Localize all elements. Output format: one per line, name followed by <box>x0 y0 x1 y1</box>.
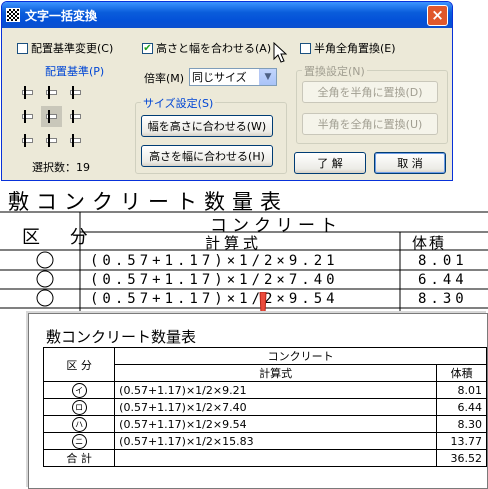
close-icon: × <box>431 5 444 24</box>
background-row-marks <box>36 251 54 307</box>
row-formula: (0.57+1.17)×1/2×15.83 <box>114 432 438 450</box>
background-formula-header: 計算式 <box>205 234 263 252</box>
align-marker-icon <box>70 134 81 147</box>
align-marker-icon <box>46 86 57 99</box>
align-marker-icon <box>70 86 81 99</box>
row-formula: (0.57+1.17)×1/2×9.54 <box>114 415 438 433</box>
table-row: ハ (0.57+1.17)×1/2×9.54 8.30 <box>42 415 487 433</box>
background-row-3-formula: (0.57+1.17)×1/2×9.54 <box>90 291 339 307</box>
row-volume: 8.30 <box>436 415 487 433</box>
background-volume-header: 体積 <box>412 234 447 252</box>
align-marker-icon <box>46 110 57 123</box>
align-cell-bottom-right[interactable] <box>65 130 86 151</box>
scale-label-text: 倍率(M) <box>144 72 185 85</box>
align-marker-icon <box>22 134 33 147</box>
result-table-title: 敷コンクリート数量表 <box>46 328 197 346</box>
checkbox-box[interactable] <box>17 42 28 54</box>
dialog-title: 文字一括変換 <box>25 8 98 23</box>
align-cell-bottom-center[interactable] <box>41 130 62 151</box>
width-to-height-button[interactable]: 幅を高さに合わせる(W) <box>141 115 273 137</box>
replace-setting-label: 置換設定(N) <box>302 63 367 79</box>
height-to-width-button[interactable]: 高さを幅に合わせる(H) <box>141 145 273 167</box>
align-cell-middle-center[interactable] <box>41 106 62 127</box>
scale-label: 倍率(M) <box>144 70 184 86</box>
align-cell-middle-left[interactable] <box>17 106 38 127</box>
align-marker-icon <box>22 86 33 99</box>
row-mark: ロ <box>71 399 87 415</box>
table-row: イ (0.57+1.17)×1/2×9.21 8.01 <box>42 381 487 399</box>
background-row-2-formula: (0.57+1.17)×1/2×7.40 <box>90 272 339 288</box>
mouse-pointer-icon <box>273 42 287 63</box>
division-header: 区 分 <box>42 347 116 382</box>
align-change-checkbox[interactable]: 配置基準変更(C) <box>17 40 113 56</box>
row-mark: イ <box>71 382 87 398</box>
row-formula: (0.57+1.17)×1/2×9.21 <box>114 381 438 399</box>
align-cell-top-left[interactable] <box>17 82 38 103</box>
result-table-window: 敷コンクリート数量表 区 分 コンクリート 計算式 体積 イ (0.57+1.1… <box>28 313 488 489</box>
table-row: ロ (0.57+1.17)×1/2×7.40 6.44 <box>42 398 487 416</box>
row-volume: 6.44 <box>436 398 487 416</box>
half-full-label: 半角全角置換(E) <box>314 42 396 55</box>
chevron-down-icon[interactable]: ▼ <box>259 69 276 85</box>
align-cell-top-center[interactable] <box>41 82 62 103</box>
row-mark: ハ <box>71 416 87 432</box>
background-division-header: 区 分 <box>22 227 100 248</box>
scale-select[interactable]: 同じサイズ ▼ <box>189 68 277 86</box>
checkbox-box[interactable] <box>300 42 311 54</box>
align-cell-bottom-left[interactable] <box>17 130 38 151</box>
total-value: 36.52 <box>436 449 487 467</box>
dialog-titlebar[interactable]: 文字一括変換 × <box>2 2 452 28</box>
total-row: 合 計 36.52 <box>42 449 487 467</box>
concrete-header: コンクリート <box>114 347 487 365</box>
batch-text-convert-dialog: 文字一括変換 × 配置基準変更(C) 配置基準(P) 選択数：19 ✔ 高さと幅… <box>1 1 453 181</box>
selected-count: 選択数：19 <box>32 161 90 174</box>
align-marker-icon <box>46 134 57 147</box>
align-base-grid <box>17 82 87 152</box>
full-to-half-button[interactable]: 全角を半角に置換(D) <box>302 81 438 103</box>
row-mark: ニ <box>71 433 87 449</box>
align-cell-middle-right[interactable] <box>65 106 86 127</box>
checkbox-box[interactable]: ✔ <box>142 42 153 54</box>
align-change-label: 配置基準変更(C) <box>31 42 114 55</box>
background-row-2-volume: 6.44 <box>418 272 468 288</box>
table-row: ニ (0.57+1.17)×1/2×15.83 13.77 <box>42 432 487 450</box>
ok-button[interactable]: 了 解 <box>294 152 366 174</box>
align-marker-icon <box>22 110 33 123</box>
match-height-width-checkbox[interactable]: ✔ 高さと幅を合わせる(A) <box>142 40 271 56</box>
match-height-width-label: 高さと幅を合わせる(A) <box>156 42 272 55</box>
align-cell-top-right[interactable] <box>65 82 86 103</box>
half-to-full-button[interactable]: 半角を全角に置換(U) <box>302 113 438 135</box>
formula-header: 計算式 <box>114 364 438 382</box>
row-volume: 13.77 <box>436 432 487 450</box>
cancel-button[interactable]: 取 消 <box>374 152 446 174</box>
align-marker-icon <box>70 110 81 123</box>
size-setting-label: サイズ設定(S) <box>141 95 216 111</box>
background-row-1-volume: 8.01 <box>418 253 468 269</box>
half-full-replace-checkbox[interactable]: 半角全角置換(E) <box>300 40 396 56</box>
row-formula: (0.57+1.17)×1/2×7.40 <box>114 398 438 416</box>
total-label: 合 計 <box>42 449 116 467</box>
background-row-3-volume: 8.30 <box>418 291 468 307</box>
result-table: 区 分 コンクリート 計算式 体積 イ (0.57+1.17)×1/2×9.21… <box>42 347 487 467</box>
checker-icon <box>6 8 20 22</box>
volume-header: 体積 <box>436 364 487 382</box>
scale-value: 同じサイズ <box>192 71 247 84</box>
background-row-1-formula: (0.57+1.17)×1/2×9.21 <box>90 253 339 269</box>
row-volume: 8.01 <box>436 381 487 399</box>
align-base-label: 配置基準(P) <box>45 65 105 78</box>
close-button[interactable]: × <box>427 4 448 26</box>
total-blank <box>114 449 438 467</box>
